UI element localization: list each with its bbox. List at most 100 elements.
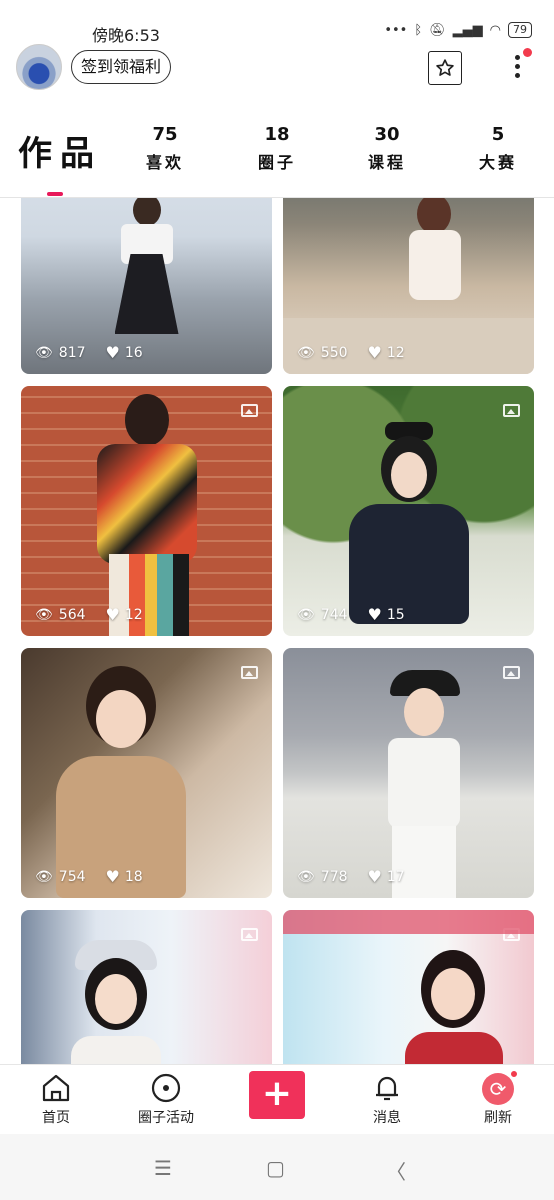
nav-messages[interactable]: 消息 xyxy=(337,1071,437,1127)
nav-refresh-label: 刷新 xyxy=(484,1110,512,1126)
plus-icon: + xyxy=(261,1073,293,1114)
profile-tabs: 作品 75 喜欢 18 圈子 30 课程 5 大赛 xyxy=(0,118,554,198)
tab-circles[interactable]: 18 圈子 xyxy=(237,124,317,173)
view-count: 817 xyxy=(58,344,86,361)
battery-icon: 79 xyxy=(508,22,532,38)
image-icon xyxy=(503,666,520,679)
post-photo xyxy=(61,940,171,1064)
bottom-nav: 首页 圈子活动 + 消息 ⟳ 刷新 xyxy=(0,1064,554,1134)
signal-icon: ▂▄▆ xyxy=(452,22,483,38)
favorite-button[interactable] xyxy=(428,51,462,85)
like-count: 12 xyxy=(124,606,143,623)
status-time: 傍晚6:53 xyxy=(92,26,160,45)
tab-contests-label: 大赛 xyxy=(478,153,517,172)
eye-icon: 👁︎ xyxy=(35,606,53,623)
image-icon xyxy=(503,404,520,417)
heart-icon: ♥ xyxy=(105,605,120,624)
nav-refresh[interactable]: ⟳ 刷新 xyxy=(448,1070,548,1127)
status-bar: 傍晚6:53 ••• ᛒ 🔕︎ ▂▄▆ ◠ 79 xyxy=(0,0,554,45)
status-icons: ••• ᛒ 🔕︎ ▂▄▆ ◠ 79 xyxy=(384,22,532,38)
heart-icon: ♥ xyxy=(367,867,382,886)
tab-courses[interactable]: 30 课程 xyxy=(347,124,427,173)
home-square-icon[interactable]: ▢ xyxy=(266,1156,285,1180)
like-count: 18 xyxy=(124,868,143,885)
image-icon xyxy=(241,404,258,417)
disc-icon xyxy=(151,1073,181,1103)
view-count: 754 xyxy=(58,868,86,885)
mute-icon: 🔕︎ xyxy=(429,22,446,38)
tab-circles-label: 圈子 xyxy=(257,153,296,172)
nav-messages-label: 消息 xyxy=(373,1110,401,1126)
post-photo xyxy=(107,198,187,344)
system-nav-bar: ☰ ▢ 〈 xyxy=(0,1134,554,1200)
nav-home-label: 首页 xyxy=(42,1110,70,1126)
eye-icon: 👁︎ xyxy=(297,606,315,623)
post-photo xyxy=(374,670,474,898)
post-photo xyxy=(399,950,509,1064)
tab-works[interactable]: 作品 xyxy=(18,126,102,175)
star-icon xyxy=(436,59,454,76)
post-card[interactable] xyxy=(283,910,534,1064)
home-icon xyxy=(42,1074,70,1102)
post-card[interactable] xyxy=(21,910,272,1064)
post-card[interactable]: 👁︎ 817 ♥ 16 xyxy=(21,198,272,374)
post-card[interactable]: 👁︎ 564 ♥ 12 xyxy=(21,386,272,636)
tab-contests-count: 5 xyxy=(491,124,505,145)
nav-home[interactable]: 首页 xyxy=(6,1071,106,1127)
post-photo xyxy=(36,666,206,898)
more-dots-icon: ••• xyxy=(384,22,408,38)
image-icon xyxy=(241,666,258,679)
post-stats: 👁︎ 744 ♥ 15 xyxy=(297,605,405,624)
eye-icon: 👁︎ xyxy=(297,868,315,885)
post-photo xyxy=(339,422,479,636)
post-stats: 👁︎ 564 ♥ 12 xyxy=(35,605,143,624)
create-post-button[interactable]: + xyxy=(249,1071,305,1119)
post-photo xyxy=(379,198,489,334)
notification-dot xyxy=(510,1070,518,1078)
post-stats: 👁︎ 817 ♥ 16 xyxy=(35,343,143,362)
notification-dot xyxy=(523,48,532,57)
view-count: 550 xyxy=(320,344,348,361)
eye-icon: 👁︎ xyxy=(35,344,53,361)
more-options-button[interactable] xyxy=(508,48,532,82)
avatar[interactable] xyxy=(16,44,62,90)
bell-icon xyxy=(376,1076,398,1101)
tab-courses-count: 30 xyxy=(374,124,400,145)
signin-reward-button[interactable]: 签到领福利 xyxy=(71,50,172,84)
tab-likes-count: 75 xyxy=(152,124,178,145)
tab-indicator xyxy=(47,192,63,196)
nav-circle-activity[interactable]: 圈子活动 xyxy=(116,1071,216,1127)
post-card[interactable]: 👁︎ 550 ♥ 12 xyxy=(283,198,534,374)
heart-icon: ♥ xyxy=(367,605,382,624)
like-count: 17 xyxy=(386,868,405,885)
image-icon xyxy=(241,928,258,941)
post-card[interactable]: 👁︎ 744 ♥ 15 xyxy=(283,386,534,636)
heart-icon: ♥ xyxy=(105,867,120,886)
post-card[interactable]: 👁︎ 778 ♥ 17 xyxy=(283,648,534,898)
profile-header: 签到领福利 xyxy=(0,44,554,94)
post-card[interactable]: 👁︎ 754 ♥ 18 xyxy=(21,648,272,898)
post-stats: 👁︎ 754 ♥ 18 xyxy=(35,867,143,886)
view-count: 744 xyxy=(320,606,348,623)
eye-icon: 👁︎ xyxy=(297,344,315,361)
eye-icon: 👁︎ xyxy=(35,868,53,885)
more-vertical-icon xyxy=(514,55,520,60)
nav-circle-activity-label: 圈子活动 xyxy=(138,1110,194,1126)
heart-icon: ♥ xyxy=(367,343,382,362)
tab-likes[interactable]: 75 喜欢 xyxy=(125,124,205,173)
tab-circles-count: 18 xyxy=(264,124,290,145)
like-count: 16 xyxy=(124,344,143,361)
tab-contests[interactable]: 5 大赛 xyxy=(458,124,538,173)
menu-icon[interactable]: ☰ xyxy=(154,1156,172,1180)
refresh-icon: ⟳ xyxy=(482,1070,518,1105)
view-count: 564 xyxy=(58,606,86,623)
works-grid: 👁︎ 817 ♥ 16 👁︎ 550 ♥ 12 👁︎ 564 ♥ 12 👁︎ 7… xyxy=(0,198,554,1064)
post-photo xyxy=(87,394,207,636)
like-count: 12 xyxy=(386,344,405,361)
back-icon[interactable]: 〈 xyxy=(386,1156,406,1185)
heart-icon: ♥ xyxy=(105,343,120,362)
bluetooth-icon: ᛒ xyxy=(414,22,423,38)
tab-likes-label: 喜欢 xyxy=(145,153,184,172)
post-stats: 👁︎ 778 ♥ 17 xyxy=(297,867,405,886)
post-stats: 👁︎ 550 ♥ 12 xyxy=(297,343,405,362)
